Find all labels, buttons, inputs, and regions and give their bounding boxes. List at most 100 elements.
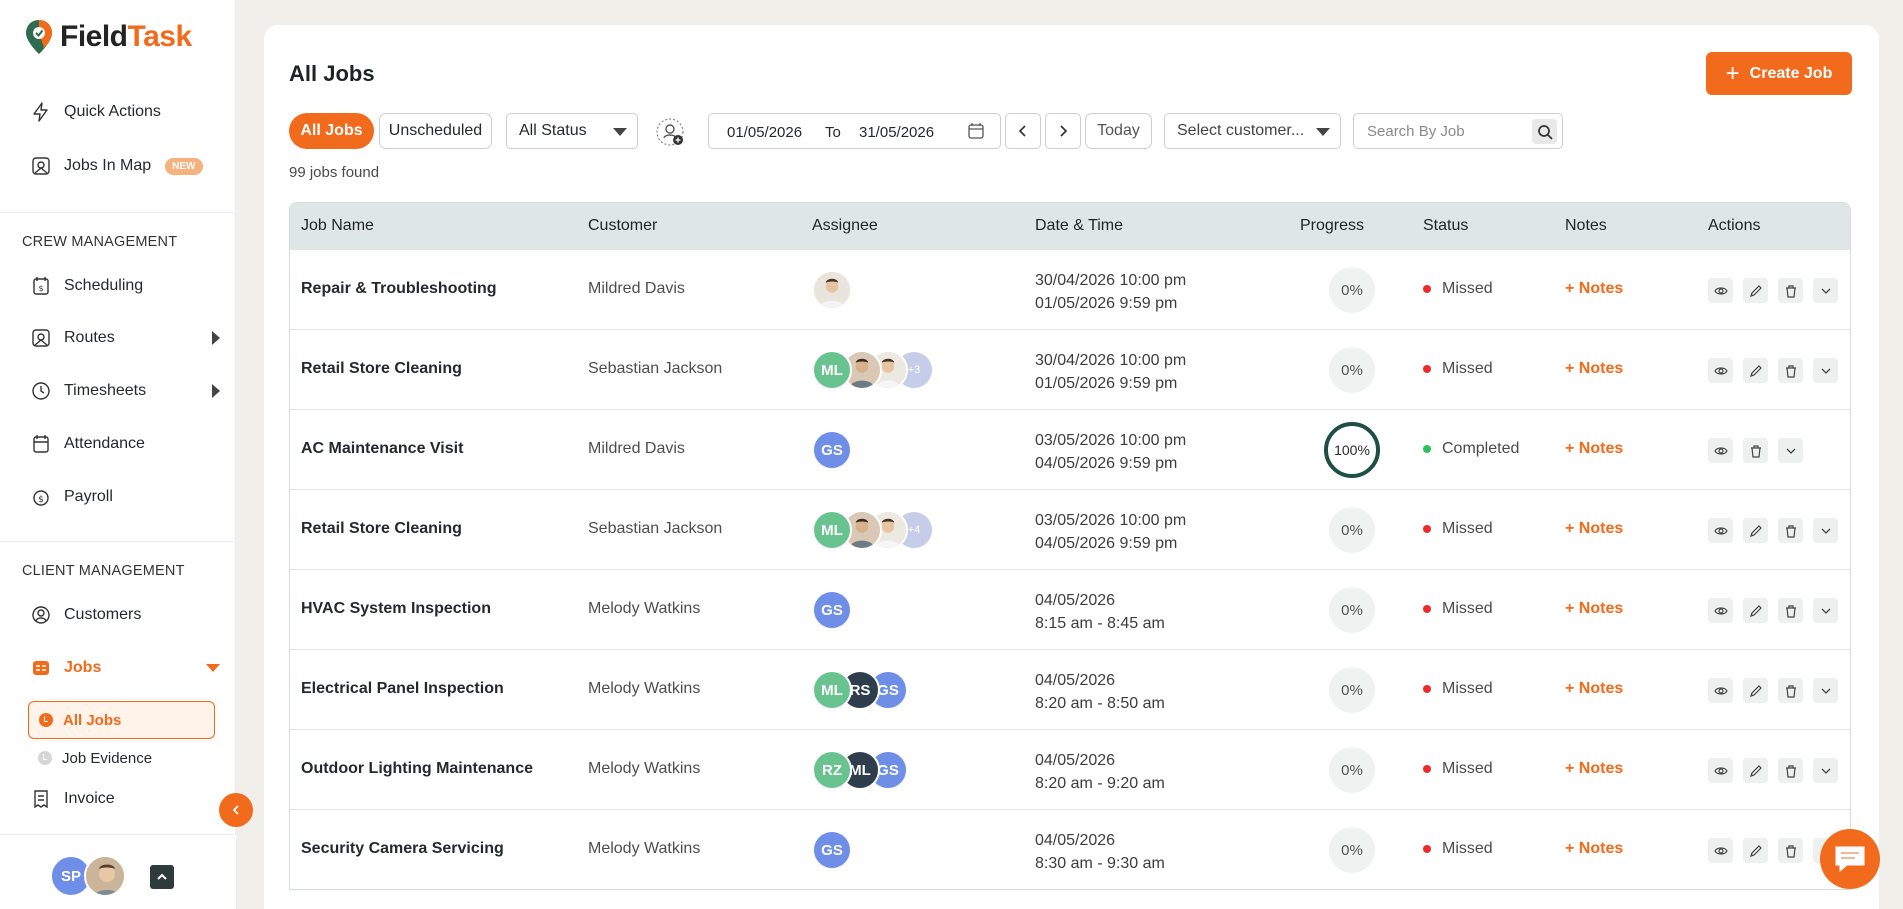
status-select[interactable]: All Status [506, 113, 638, 149]
job-name[interactable]: Security Camera Servicing [301, 840, 504, 858]
delete-button[interactable] [1778, 598, 1803, 623]
next-range-button[interactable] [1045, 113, 1081, 149]
col-notes[interactable]: Notes [1565, 217, 1607, 235]
job-name[interactable]: HVAC System Inspection [301, 600, 491, 618]
add-notes-link[interactable]: + Notes [1565, 680, 1623, 698]
nav-jobs-in-map[interactable]: Jobs In Map NEW [30, 151, 220, 181]
table-row[interactable]: Repair & Troubleshooting Mildred Davis 3… [290, 249, 1850, 329]
assignee-group[interactable]: ML RS GS [812, 670, 972, 710]
chat-button[interactable] [1820, 829, 1880, 889]
col-date-time[interactable]: Date & Time [1035, 217, 1123, 235]
table-row[interactable]: Electrical Panel Inspection Melody Watki… [290, 649, 1850, 729]
expand-button[interactable] [1778, 438, 1803, 463]
collapse-sidebar-button[interactable] [219, 793, 253, 827]
col-assignee[interactable]: Assignee [812, 217, 878, 235]
job-name[interactable]: Repair & Troubleshooting [301, 280, 497, 298]
add-notes-link[interactable]: + Notes [1565, 760, 1623, 778]
nav-routes[interactable]: Routes [30, 323, 220, 353]
nav-invoice[interactable]: Invoice [30, 784, 220, 814]
add-notes-link[interactable]: + Notes [1565, 600, 1623, 618]
view-button[interactable] [1708, 278, 1733, 303]
expand-button[interactable] [1813, 678, 1838, 703]
col-status[interactable]: Status [1423, 217, 1468, 235]
add-notes-link[interactable]: + Notes [1565, 840, 1623, 858]
sub-job-evidence[interactable]: Job Evidence [28, 739, 215, 777]
edit-button[interactable] [1743, 758, 1768, 783]
job-name[interactable]: AC Maintenance Visit [301, 440, 463, 458]
edit-button[interactable] [1743, 598, 1768, 623]
delete-button[interactable] [1778, 758, 1803, 783]
delete-button[interactable] [1778, 518, 1803, 543]
edit-button[interactable] [1743, 518, 1768, 543]
add-notes-link[interactable]: + Notes [1565, 440, 1623, 458]
delete-button[interactable] [1778, 358, 1803, 383]
assignee-group[interactable]: GS [812, 590, 972, 630]
table-row[interactable]: Security Camera Servicing Melody Watkins… [290, 809, 1850, 889]
delete-button[interactable] [1778, 278, 1803, 303]
assignee-group[interactable]: ML +3 [812, 350, 972, 390]
delete-button[interactable] [1778, 838, 1803, 863]
expand-button[interactable] [1813, 278, 1838, 303]
add-notes-link[interactable]: + Notes [1565, 360, 1623, 378]
table-row[interactable]: Outdoor Lighting Maintenance Melody Watk… [290, 729, 1850, 809]
search-input[interactable] [1367, 114, 1522, 148]
add-notes-link[interactable]: + Notes [1565, 520, 1623, 538]
job-name[interactable]: Retail Store Cleaning [301, 360, 462, 378]
view-button[interactable] [1708, 838, 1733, 863]
customer-select[interactable]: Select customer... [1164, 113, 1341, 149]
col-job-name[interactable]: Job Name [301, 217, 374, 235]
view-button[interactable] [1708, 438, 1733, 463]
assignee-group[interactable]: GS [812, 830, 972, 870]
nav-jobs[interactable]: Jobs [30, 653, 220, 683]
assignee-group[interactable]: RZ ML GS [812, 750, 972, 790]
app-logo[interactable]: FieldTask [24, 18, 192, 56]
table-row[interactable]: AC Maintenance Visit Mildred Davis GS 03… [290, 409, 1850, 489]
nav-timesheets[interactable]: Timesheets [30, 376, 220, 406]
edit-button[interactable] [1743, 278, 1768, 303]
view-button[interactable] [1708, 598, 1733, 623]
nav-customers[interactable]: Customers [30, 600, 220, 630]
delete-button[interactable] [1778, 678, 1803, 703]
col-customer[interactable]: Customer [588, 217, 657, 235]
chevron-up-icon[interactable] [150, 865, 174, 889]
assignee-group[interactable] [812, 270, 972, 310]
today-button[interactable]: Today [1085, 113, 1152, 149]
nav-attendance[interactable]: Attendance [30, 429, 220, 459]
edit-button[interactable] [1743, 678, 1768, 703]
edit-button[interactable] [1743, 358, 1768, 383]
assign-user-filter-icon[interactable] [655, 117, 685, 147]
create-job-button[interactable]: + Create Job [1706, 52, 1852, 95]
view-button[interactable] [1708, 678, 1733, 703]
date-range-picker[interactable]: 01/05/2026 To 31/05/2026 [708, 113, 1001, 149]
expand-button[interactable] [1813, 758, 1838, 783]
nav-payroll[interactable]: $ Payroll [30, 482, 220, 512]
expand-button[interactable] [1813, 358, 1838, 383]
prev-range-button[interactable] [1005, 113, 1041, 149]
assignee-group[interactable]: ML +4 [812, 510, 972, 550]
search-button[interactable] [1532, 119, 1557, 144]
nav-quick-actions[interactable]: Quick Actions [30, 97, 220, 127]
delete-button[interactable] [1743, 438, 1768, 463]
view-button[interactable] [1708, 358, 1733, 383]
assignee-group[interactable]: GS [812, 430, 972, 470]
table-row[interactable]: Retail Store Cleaning Sebastian Jackson … [290, 489, 1850, 569]
table-row[interactable]: Retail Store Cleaning Sebastian Jackson … [290, 329, 1850, 409]
job-name[interactable]: Electrical Panel Inspection [301, 680, 504, 698]
sub-all-jobs[interactable]: All Jobs [28, 701, 215, 739]
job-name[interactable]: Outdoor Lighting Maintenance [301, 760, 533, 778]
edit-button[interactable] [1743, 838, 1768, 863]
add-notes-link[interactable]: + Notes [1565, 280, 1623, 298]
nav-scheduling[interactable]: $ Scheduling [30, 271, 220, 301]
unscheduled-filter[interactable]: Unscheduled [379, 113, 492, 149]
sub-label: All Jobs [63, 711, 122, 729]
expand-button[interactable] [1813, 518, 1838, 543]
view-button[interactable] [1708, 518, 1733, 543]
job-name[interactable]: Retail Store Cleaning [301, 520, 462, 538]
table-row[interactable]: HVAC System Inspection Melody Watkins GS… [290, 569, 1850, 649]
avatar[interactable] [84, 855, 126, 897]
col-progress[interactable]: Progress [1300, 217, 1364, 235]
calendar-icon [30, 433, 52, 455]
view-button[interactable] [1708, 758, 1733, 783]
expand-button[interactable] [1813, 598, 1838, 623]
all-jobs-filter[interactable]: All Jobs [289, 113, 374, 149]
